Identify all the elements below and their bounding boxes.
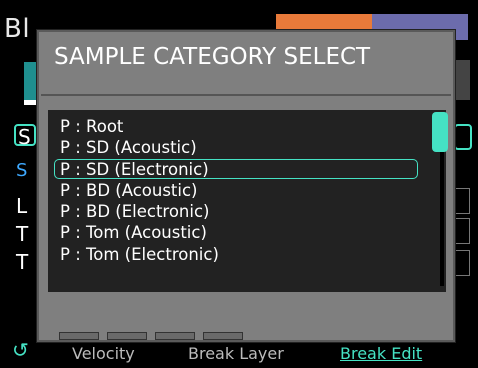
background-letter-t1: T: [16, 222, 29, 246]
dialog-title: SAMPLE CATEGORY SELECT: [54, 44, 371, 70]
category-item[interactable]: P : BD (Electronic): [60, 201, 219, 222]
dialog-button[interactable]: [107, 332, 147, 340]
category-item[interactable]: P : Tom (Acoustic): [60, 222, 219, 243]
background-letter-t2: T: [16, 250, 29, 274]
footer-edit-tab[interactable]: Break Edit: [340, 344, 422, 363]
background-right-field[interactable]: [454, 250, 470, 276]
footer-velocity-tab[interactable]: Velocity: [72, 344, 135, 363]
category-item[interactable]: P : Root: [60, 116, 219, 137]
category-list-panel: P : Root P : SD (Acoustic) P : SD (Electro…: [48, 110, 448, 292]
scrollbar-thumb[interactable]: [432, 112, 448, 152]
background-right-field-active[interactable]: [454, 124, 472, 150]
category-list: P : Root P : SD (Acoustic) P : SD (Electro…: [54, 116, 418, 265]
background-right-field[interactable]: [454, 188, 470, 214]
dialog-button[interactable]: [155, 332, 195, 340]
background-s-label: S: [16, 160, 28, 181]
category-item[interactable]: P : Tom (Electronic): [60, 244, 219, 265]
category-item[interactable]: P : SD (Acoustic): [60, 137, 219, 158]
background-right-field[interactable]: [454, 218, 470, 244]
footer-layer-tab[interactable]: Break Layer: [188, 344, 284, 363]
sample-category-dialog: SAMPLE CATEGORY SELECT P : Root P : SD (A…: [37, 30, 455, 342]
category-item[interactable]: P : SD (Electronic): [54, 158, 418, 180]
dialog-divider: [41, 94, 451, 96]
background-s-field[interactable]: S: [14, 124, 36, 148]
category-item[interactable]: P : BD (Acoustic): [60, 180, 219, 201]
background-letter-l: L: [16, 194, 28, 218]
dialog-button[interactable]: [59, 332, 99, 340]
dialog-button[interactable]: [203, 332, 243, 340]
background-title: Bl: [4, 14, 31, 44]
refresh-icon[interactable]: ↺: [12, 338, 29, 362]
